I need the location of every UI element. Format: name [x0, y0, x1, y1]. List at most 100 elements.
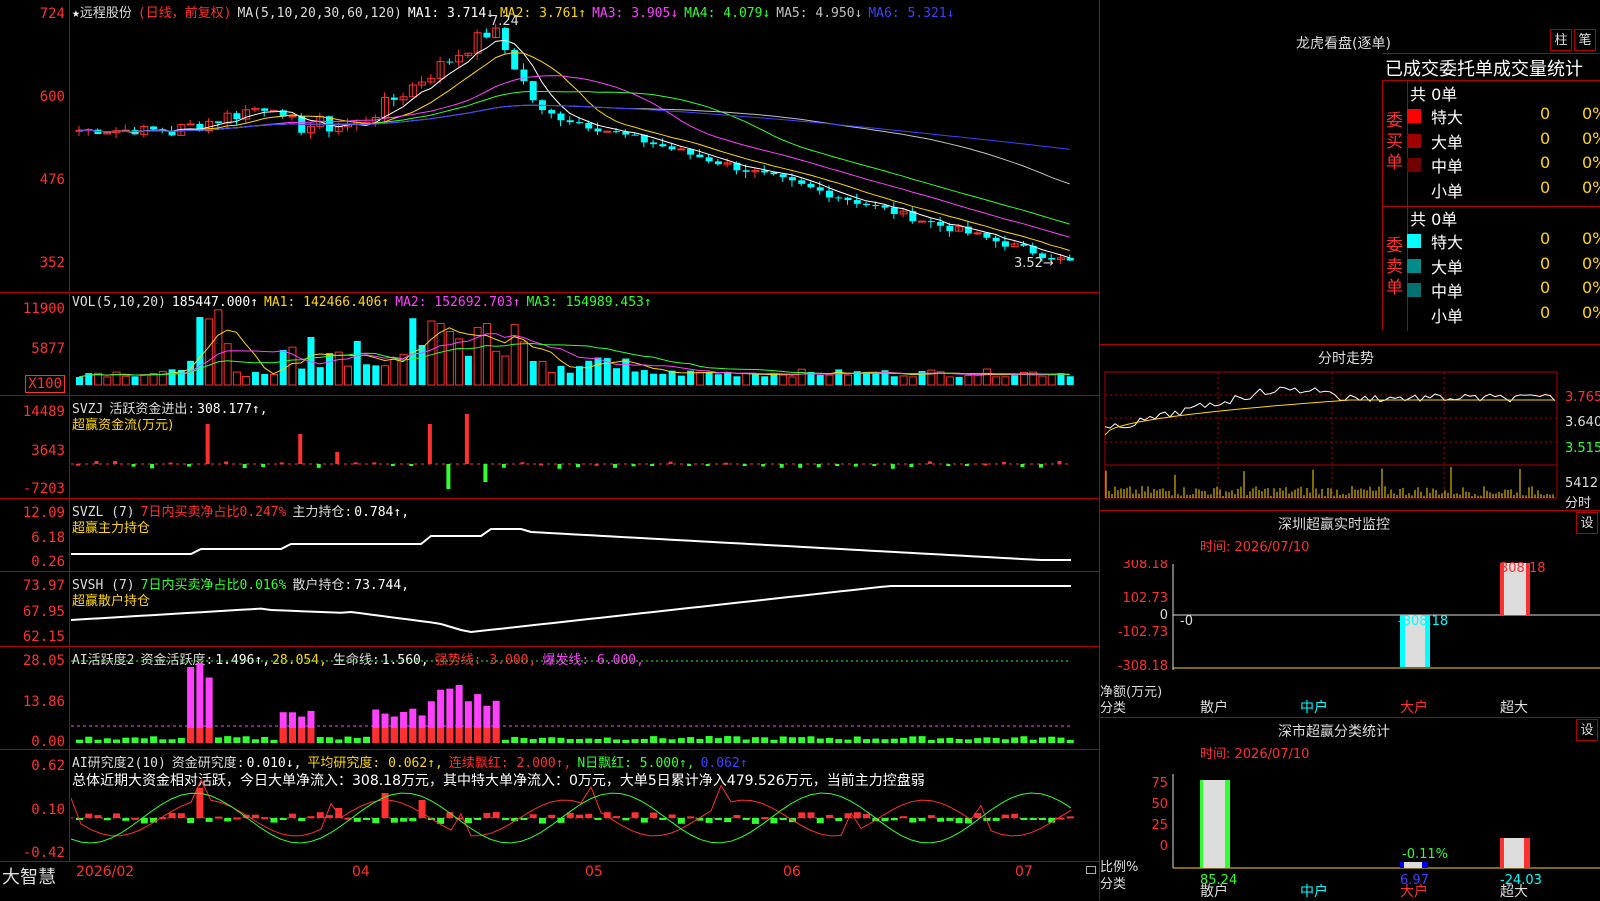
flow-bar — [168, 462, 173, 465]
flow-bar — [631, 464, 636, 467]
candle-down — [233, 113, 241, 120]
candle-down — [214, 121, 222, 124]
research-bar — [298, 818, 306, 822]
flow-bar — [131, 464, 136, 467]
svzj-panel[interactable]: 14489 3643 -7203 SVZJ 活跃资金进出: 308.177↑, 超赢… — [0, 396, 1100, 499]
monitor-settings-button[interactable]: 设 — [1576, 512, 1598, 534]
volume-bar — [381, 365, 390, 386]
flow-bar — [501, 464, 506, 468]
research-bar — [233, 817, 241, 820]
research-bar — [483, 812, 491, 818]
activity-bar — [251, 739, 259, 743]
activity-bar — [881, 739, 889, 743]
activity-bar — [779, 736, 787, 743]
class-cat-label: 分类 — [1100, 877, 1127, 892]
activity-bar — [344, 736, 352, 743]
activity-bar — [103, 738, 111, 743]
svzl-chart[interactable] — [71, 499, 1099, 571]
ai-active-chart[interactable] — [71, 647, 1099, 749]
research-bar — [1001, 814, 1009, 818]
candlestick-chart[interactable] — [71, 0, 1099, 292]
volume-bar — [131, 376, 139, 385]
category-label: 大户 — [1400, 884, 1428, 900]
research-bar — [1011, 813, 1019, 818]
flow-bar — [946, 464, 951, 466]
y-tick: 62.15 — [22, 629, 65, 645]
class-y-tick: 75 — [1151, 776, 1168, 791]
flow-bar — [835, 464, 840, 466]
volume-bar — [464, 355, 472, 385]
research-bar — [409, 818, 417, 822]
research-bar — [751, 818, 759, 824]
activity-bar — [770, 739, 778, 743]
research-bar — [714, 818, 722, 820]
activity-base — [437, 728, 445, 743]
volume-bar — [205, 318, 214, 386]
color-swatch — [1407, 258, 1421, 273]
buy-order-label: 委买单 — [1386, 111, 1403, 173]
low-price-marker: 3.52→ — [1014, 256, 1054, 271]
class-small-label: -0.11% — [1402, 847, 1448, 862]
volume-bar — [613, 368, 621, 385]
net-flow-chart[interactable]: 308.18 102.73 0 -102.73 -308.18 -0 -308.18 308.… — [1100, 560, 1600, 690]
svsh-panel[interactable]: 73.97 67.95 62.15 SVSH (7) 7日内买卖净占比0.016%… — [0, 572, 1100, 647]
flow-bar — [853, 464, 858, 467]
activity-bar — [826, 737, 833, 743]
activity-bar — [1048, 736, 1056, 743]
kline-panel[interactable]: 724 600 476 352 ★远程股份 (日线，前复权) MA(5,10,20,… — [0, 0, 1100, 293]
tick-mode-button[interactable]: 笔 — [1574, 29, 1596, 51]
order-pct: 0% — [1582, 302, 1600, 322]
research-bar — [622, 818, 630, 821]
svzj-chart[interactable] — [71, 396, 1099, 498]
activity-bar — [927, 739, 935, 743]
candle-down — [863, 203, 871, 206]
flow-bar — [742, 464, 747, 466]
candle-down — [520, 69, 528, 82]
ai-research-panel[interactable]: 0.62 0.10 -0.42 AI研究度2(10) 资金研究度: 0.010↓, 平… — [0, 750, 1100, 862]
flow-bar — [779, 464, 784, 468]
monitor-cat-label: 分类 — [1100, 701, 1127, 716]
research-bar — [881, 818, 889, 822]
volume-bar — [640, 370, 648, 385]
activity-bar — [761, 737, 769, 743]
class-y-tick: 50 — [1151, 797, 1168, 812]
ai-research-chart[interactable] — [71, 750, 1099, 861]
svzl-panel[interactable]: 12.09 6.18 0.26 SVZL (7) 7日内买卖净占比0.247% 主力… — [0, 499, 1100, 572]
class-settings-button[interactable]: 设 — [1576, 719, 1598, 741]
flow-bar — [464, 414, 469, 464]
x-tick: 05 — [585, 864, 603, 880]
ai-active-panel[interactable]: 28.05 13.86 0.00 AI活跃度2 资金活跃度: 1.496↑, 28.0… — [0, 647, 1100, 750]
stat-row: 大单 0 0% — [1405, 254, 1600, 278]
volume-bar — [566, 372, 574, 385]
flow-bar — [668, 461, 673, 464]
volume-panel[interactable]: 11900 5877 X100 VOL(5,10,20) 185447.000↑ M… — [0, 293, 1100, 396]
activity-bar — [863, 739, 871, 743]
brand-label: 大智慧 — [2, 867, 56, 888]
fenshi-top-line — [1100, 344, 1600, 345]
ma-line-3 — [78, 75, 1070, 238]
y-tick: 724 — [39, 6, 65, 22]
research-bar — [826, 814, 833, 818]
activity-bar — [326, 737, 333, 743]
flow-bar — [872, 464, 877, 466]
candle-down — [872, 205, 880, 207]
volume-ma-line — [78, 333, 1070, 378]
flow-bar — [446, 464, 451, 489]
lock-icon[interactable] — [1086, 866, 1096, 874]
volume-chart[interactable] — [71, 293, 1099, 395]
intraday-chart[interactable] — [1100, 370, 1600, 510]
flow-bar — [520, 462, 525, 465]
activity-bar — [835, 739, 843, 743]
activity-base — [372, 728, 380, 743]
flow-bar — [483, 464, 488, 482]
volume-bar — [372, 365, 380, 385]
volume-bar — [1066, 376, 1074, 385]
svsh-chart[interactable] — [71, 572, 1099, 646]
flow-bar — [390, 464, 395, 466]
flow-bar — [409, 464, 414, 466]
bar-mode-button[interactable]: 柱 — [1550, 29, 1572, 51]
flow-bar — [279, 462, 284, 465]
research-bar — [677, 818, 685, 824]
volume-bar — [501, 355, 510, 386]
flow-bar — [816, 464, 821, 468]
